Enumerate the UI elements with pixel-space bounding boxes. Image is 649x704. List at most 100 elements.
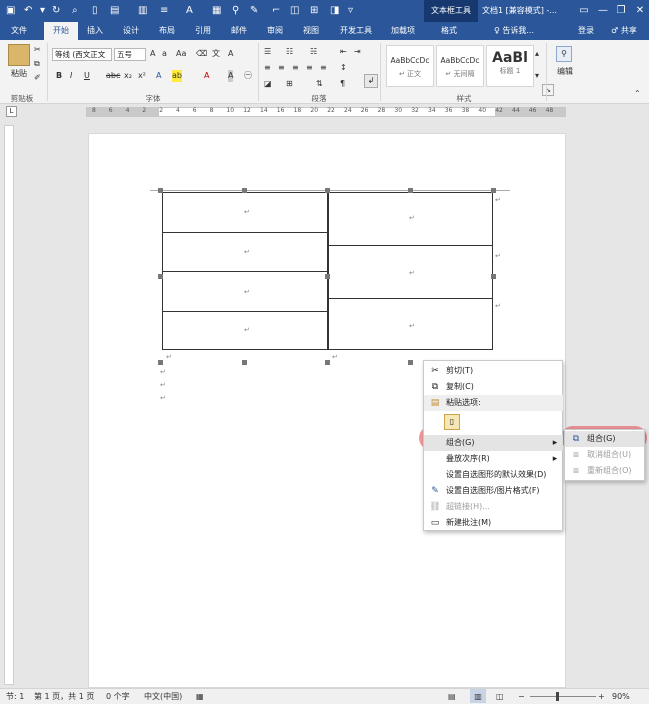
close-button[interactable]: ✕	[631, 0, 649, 22]
enclose-char-icon[interactable]: ㊀	[244, 70, 252, 82]
decrease-indent-icon[interactable]: ⇤	[340, 46, 347, 58]
tab-stop-icon[interactable]: L	[6, 106, 17, 117]
read-mode-icon[interactable]: ▤	[448, 689, 456, 704]
tab-home[interactable]: 开始	[44, 22, 78, 40]
tab-design[interactable]: 设计	[116, 22, 146, 40]
multilevel-icon[interactable]: ☵	[310, 46, 317, 58]
font-size-select[interactable]: 五号	[114, 48, 146, 61]
tab-references[interactable]: 引用	[188, 22, 218, 40]
undo-icon[interactable]: ↶	[24, 4, 32, 18]
grow-font-icon[interactable]: A	[150, 48, 155, 60]
restore-button[interactable]: ❐	[612, 0, 630, 22]
tab-view[interactable]: 视图	[296, 22, 326, 40]
status-language[interactable]: 中文(中国)	[144, 689, 182, 704]
bullets-icon[interactable]: ☰	[264, 46, 271, 58]
font-name-select[interactable]: 等线 (西文正文	[52, 48, 112, 61]
menu-item-default-effect[interactable]: 设置自选图形的默认效果(D)	[424, 467, 563, 483]
superscript-icon[interactable]: x²	[138, 70, 146, 82]
numbering-icon[interactable]: ☷	[286, 46, 293, 58]
draw-icon[interactable]: ⌐	[272, 4, 280, 18]
status-words[interactable]: 0 个字	[106, 689, 130, 704]
zoom-slider-thumb[interactable]	[556, 692, 559, 701]
font-color-icon[interactable]: A	[186, 4, 193, 18]
menu-item-copy[interactable]: ⧉ 复制(C)	[424, 379, 563, 395]
menu-item-order[interactable]: 叠放次序(R) ▸	[424, 451, 563, 467]
font-color-icon[interactable]: A	[204, 70, 209, 82]
styles-more-icon[interactable]: ▾	[535, 70, 539, 82]
menu-item-cut[interactable]: ✂ 剪切(T)	[424, 363, 563, 379]
tab-addins[interactable]: 加载项	[384, 22, 422, 40]
text-effect-icon[interactable]: A	[156, 70, 161, 82]
selection-handle[interactable]	[242, 360, 247, 365]
zoom-level[interactable]: 90%	[612, 689, 630, 704]
phonetic-icon[interactable]: 文	[212, 48, 220, 60]
show-marks-icon[interactable]: ¶	[340, 78, 345, 90]
copy-icon[interactable]: ⧉	[34, 58, 40, 70]
align-right-icon[interactable]: ≡	[292, 62, 299, 74]
login-link[interactable]: 登录	[572, 22, 600, 40]
new-document-icon[interactable]: ▯	[92, 4, 98, 18]
collapse-ribbon-icon[interactable]: ⌃	[634, 88, 641, 100]
dropdown-icon[interactable]: ▾	[40, 4, 45, 18]
selection-handle[interactable]	[158, 188, 163, 193]
subscript-icon[interactable]: x₂	[124, 70, 132, 82]
sort-icon[interactable]: ⇅	[316, 78, 323, 90]
change-case-icon[interactable]: Aa	[176, 48, 186, 60]
line-spacing-icon[interactable]: ↕	[340, 62, 347, 74]
minimize-button[interactable]: —	[594, 0, 612, 22]
paste-keep-picture-icon[interactable]: ▯	[444, 414, 460, 430]
style-no-spacing[interactable]: AaBbCcDc ↵ 无间隔	[436, 45, 484, 87]
char-shading-icon[interactable]: A	[228, 70, 234, 82]
edit-label[interactable]: 编辑	[552, 66, 578, 78]
paste-label[interactable]: 粘贴	[6, 68, 32, 80]
paste-icon[interactable]	[8, 44, 30, 66]
redo-icon[interactable]: ↻	[52, 4, 60, 18]
style-normal[interactable]: AaBbCcDc ↵ 正文	[386, 45, 434, 87]
style-heading1[interactable]: AaBl 标题 1	[486, 45, 534, 87]
selection-handle[interactable]	[491, 188, 496, 193]
tab-mailings[interactable]: 邮件	[224, 22, 254, 40]
clear-format-icon[interactable]: ⌫	[196, 48, 207, 60]
selection-handle[interactable]	[491, 274, 496, 279]
find-icon[interactable]: ⚲	[556, 46, 572, 62]
highlight-icon[interactable]: ab	[172, 70, 182, 82]
horizontal-ruler[interactable]: L 8 6 4 2 2 4 6 8 10 12 14 16 18 20 22 24 26 28 30 32 34 36 38…	[0, 104, 649, 120]
menu-item-group[interactable]: 组合(G) ▸	[424, 435, 563, 451]
paragraph-settings-icon[interactable]: ↲	[364, 74, 378, 88]
tab-review[interactable]: 审阅	[260, 22, 290, 40]
selection-handle[interactable]	[325, 274, 330, 279]
selection-handle[interactable]	[158, 360, 163, 365]
image-icon[interactable]: ▦	[212, 4, 221, 18]
frame-icon[interactable]: ◫	[290, 4, 299, 18]
zoom-slider[interactable]	[530, 696, 596, 697]
zoom-out-icon[interactable]: −	[518, 689, 525, 704]
increase-indent-icon[interactable]: ⇥	[354, 46, 361, 58]
search-icon[interactable]: ⚲	[232, 4, 239, 18]
underline-icon[interactable]: U	[84, 70, 90, 82]
cut-icon[interactable]: ✂	[34, 44, 41, 56]
shrink-font-icon[interactable]: a	[162, 48, 167, 60]
italic-icon[interactable]: I	[70, 70, 72, 82]
ribbon-display-icon[interactable]: ▭	[575, 0, 593, 22]
align-center-icon[interactable]: ≡	[278, 62, 285, 74]
status-page[interactable]: 第 1 页，共 1 页	[34, 689, 94, 704]
submenu-item-group[interactable]: ⧉ 组合(G)	[565, 431, 644, 447]
char-border-icon[interactable]: A	[228, 48, 233, 60]
share-button[interactable]: ♂ 共享	[604, 22, 644, 40]
shape-icon[interactable]: ◨	[330, 4, 339, 18]
open-icon[interactable]: ▤	[110, 4, 119, 18]
selection-handle[interactable]	[325, 360, 330, 365]
pen-icon[interactable]: ✎	[250, 4, 258, 18]
strikethrough-icon[interactable]: abc	[106, 70, 120, 82]
tell-me-box[interactable]: ♀ 告诉我...	[484, 22, 544, 40]
selection-handle[interactable]	[325, 188, 330, 193]
selection-handle[interactable]	[242, 188, 247, 193]
tab-format[interactable]: 格式	[430, 22, 468, 40]
zoom-in-icon[interactable]: +	[598, 689, 605, 704]
web-layout-icon[interactable]: ◫	[496, 689, 504, 704]
status-section[interactable]: 节: 1	[6, 689, 24, 704]
justify-icon[interactable]: ≡	[306, 62, 313, 74]
layout-icon[interactable]: ▥	[138, 4, 147, 18]
selection-handle[interactable]	[408, 188, 413, 193]
grid-icon[interactable]: ⊞	[310, 4, 318, 18]
